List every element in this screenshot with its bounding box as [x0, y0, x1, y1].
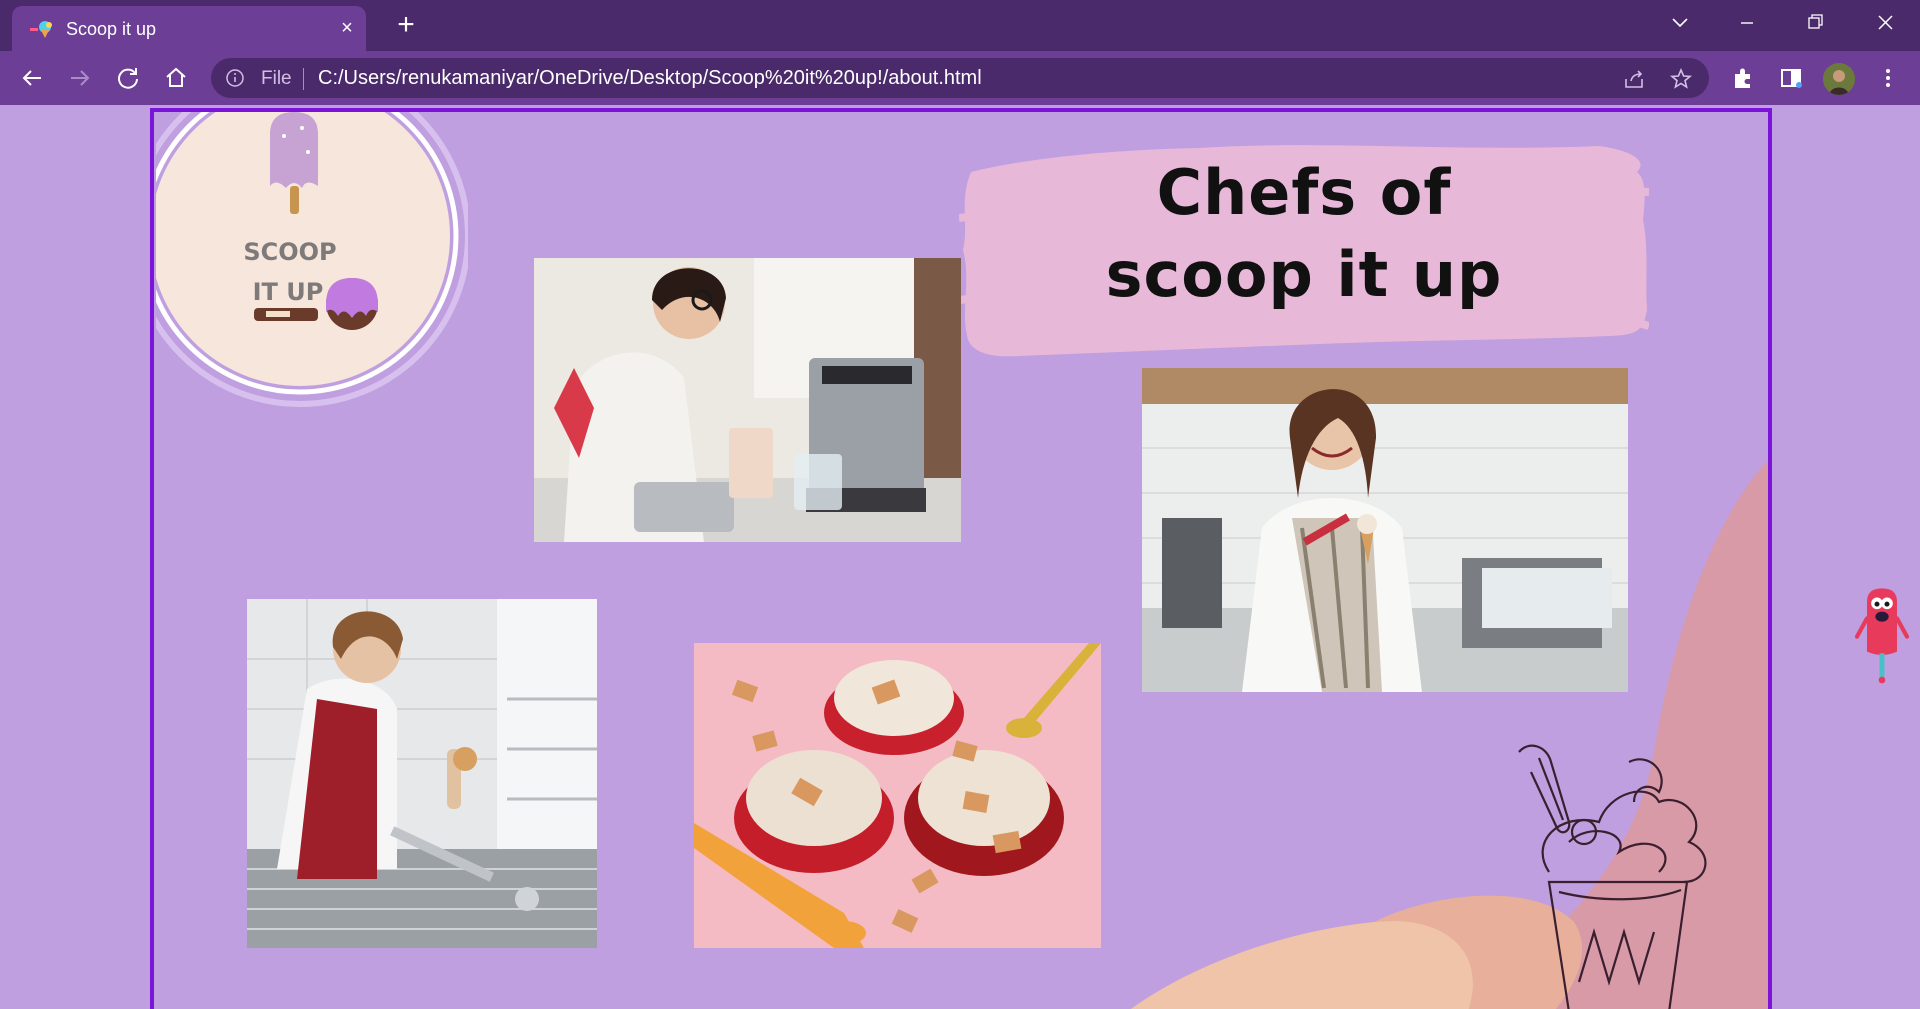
tab-search-chevron-icon[interactable] [1660, 8, 1700, 38]
profile-avatar[interactable] [1823, 63, 1855, 95]
browser-toolbar: File C:/Users/renukamaniyar/OneDrive/Des… [0, 51, 1920, 105]
restore-icon[interactable] [1795, 8, 1835, 38]
share-icon[interactable] [1622, 67, 1646, 91]
ice-cream-bowls-photo [694, 643, 1101, 948]
cupcake-line-art-icon [1518, 744, 1707, 1009]
popsicle-mascot-icon [1854, 588, 1910, 684]
page-headline: Chefs of scoop it up [959, 152, 1649, 316]
scheme-label: File [261, 68, 292, 89]
reload-icon[interactable] [113, 63, 143, 93]
chef-making-ice-cream-photo [534, 258, 961, 542]
browser-tab-active[interactable]: Scoop it up × [12, 6, 366, 51]
new-tab-button[interactable]: + [391, 10, 421, 40]
headline-line2: scoop it up [1105, 238, 1503, 311]
avatar-icon [1823, 63, 1855, 95]
logo-line1: SCOOP [243, 238, 336, 266]
minimize-icon[interactable] [1727, 8, 1767, 38]
ice-cream-favicon-icon [30, 21, 52, 38]
close-window-icon[interactable] [1865, 8, 1905, 38]
logo-line2: IT UP [253, 278, 324, 306]
extensions-puzzle-icon[interactable] [1730, 65, 1756, 91]
back-arrow-icon[interactable] [17, 63, 47, 93]
side-panel-icon[interactable] [1778, 65, 1804, 91]
address-bar[interactable]: File C:/Users/renukamaniyar/OneDrive/Des… [211, 58, 1709, 98]
tab-title: Scoop it up [66, 19, 157, 39]
url-text[interactable]: C:/Users/renukamaniyar/OneDrive/Desktop/… [318, 67, 982, 90]
home-icon[interactable] [161, 63, 191, 93]
scoop-it-up-logo: SCOOP IT UP [156, 112, 468, 407]
tab-close-icon[interactable]: × [336, 17, 358, 39]
site-info-icon[interactable] [225, 68, 245, 88]
page-viewport: SCOOP IT UP Chefs of scoop it up [0, 105, 1920, 1009]
bookmark-star-icon[interactable] [1669, 67, 1693, 91]
address-separator [303, 68, 304, 90]
chef-serving-ice-cream-photo [247, 599, 597, 948]
headline-line1: Chefs of [1156, 156, 1452, 229]
forward-arrow-icon[interactable] [65, 63, 95, 93]
chef-scooping-cone-photo [1142, 368, 1628, 692]
headline-banner: Chefs of scoop it up [959, 130, 1649, 370]
about-page-frame: SCOOP IT UP Chefs of scoop it up [150, 108, 1772, 1009]
browser-tab-strip: Scoop it up × + [0, 0, 1920, 51]
browser-menu-icon[interactable] [1875, 65, 1901, 91]
